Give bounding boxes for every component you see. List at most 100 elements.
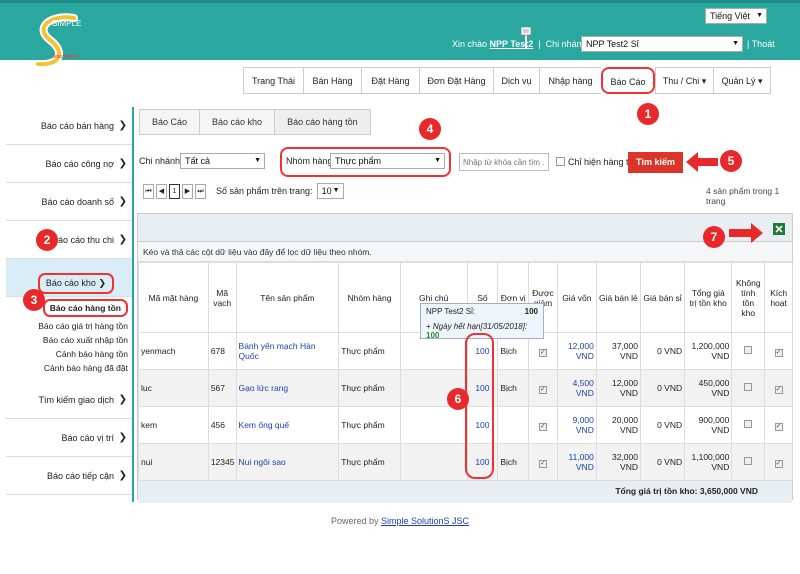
sidebar-item-thu-chi[interactable]: Báo cáo thu chi ❯	[6, 221, 132, 259]
checkbox-icon	[744, 383, 753, 391]
tab-trang-thai[interactable]: Trang Thái	[243, 67, 303, 94]
cell-active: ✓	[764, 406, 793, 444]
prev-page-icon[interactable]: ◀	[156, 183, 167, 199]
breadcrumb-bao-cao[interactable]: Báo Cáo	[140, 110, 201, 134]
cell-retail: 37,000 VND	[595, 332, 641, 370]
group-filter-select[interactable]: Thực phẩm ▼	[330, 153, 445, 169]
sub-item-xuat-nhap-ton[interactable]: Báo cáo xuất nhập tồn	[6, 333, 128, 347]
sidebar-item-tim-kiem[interactable]: Tìm kiếm giao dịch ❯	[6, 381, 132, 419]
tab-thu-chi[interactable]: Thu / Chi ▾	[655, 67, 713, 94]
col-header[interactable]: Giá bán sỉ	[639, 262, 686, 333]
sub-item-canh-bao-hang-da-dat[interactable]: Cảnh báo hàng đã đặt	[6, 361, 128, 375]
branch-filter-select[interactable]: Tất cả ▼	[180, 153, 265, 169]
tab-dich-vu[interactable]: Dịch vụ	[493, 67, 539, 94]
last-page-icon[interactable]: ⏭	[195, 183, 206, 199]
cell-active: ✓	[764, 332, 793, 370]
tab-ban-hang[interactable]: Bán Hàng	[303, 67, 361, 94]
cell-no-stock	[731, 332, 766, 370]
col-header[interactable]: Giá bán lẻ	[595, 262, 641, 333]
sidebar-item-label: Báo cáo bán hàng	[40, 121, 114, 131]
col-header[interactable]: Kích hoạt	[764, 262, 793, 333]
pager: ⏮ ◀ 1 ▶ ⏭ Số sản phẩm trên trang: 10 ▼	[143, 183, 344, 199]
callout-5: 5	[720, 150, 742, 172]
logout-link[interactable]: | Thoát	[747, 39, 775, 49]
next-page-icon[interactable]: ▶	[182, 183, 193, 199]
only-stock-checkbox[interactable]	[556, 157, 565, 166]
cell-name[interactable]: Bánh yến mạch Hàn Quốc	[235, 332, 340, 370]
sidebar-item-doanh-so[interactable]: Báo cáo doanh số ❯	[6, 183, 132, 221]
chevron-down-icon: ▼	[732, 40, 739, 47]
cell-discount: ✓	[528, 443, 558, 481]
sidebar-item-label: Báo cáo kho	[45, 278, 96, 288]
tab-quan-ly[interactable]: Quản Lý ▾	[713, 67, 771, 94]
page-size-select[interactable]: 10 ▼	[316, 183, 344, 199]
page-number-current[interactable]: 1	[169, 183, 180, 199]
cell-cost[interactable]: 4,500 VND	[556, 369, 597, 407]
sidebar-item-ban-hang[interactable]: Báo cáo bán hàng ❯	[6, 107, 132, 145]
header-branch-select[interactable]: NPP Test2 Sỉ ▼	[581, 36, 743, 52]
sub-item-gia-tri-hang-ton[interactable]: Báo cáo giá trị hàng tồn	[6, 319, 128, 333]
chevron-right-icon: ❯	[118, 432, 127, 443]
col-header[interactable]: Giá vốn	[556, 262, 597, 333]
sidebar-item-tiep-can[interactable]: Báo cáo tiếp cận ❯	[6, 457, 132, 495]
cell-discount: ✓	[528, 406, 558, 444]
tab-don-dat-hang[interactable]: Đơn Đặt Hàng	[419, 67, 493, 94]
chevron-down-icon: ▼	[254, 157, 261, 164]
sidebar-item-vi-tri[interactable]: Báo cáo vị trí ❯	[6, 419, 132, 457]
cell-cost[interactable]: 12,000 VND	[556, 332, 597, 370]
cell-name[interactable]: Kem ống quế	[235, 406, 340, 444]
check-icon: ✓	[774, 348, 783, 357]
sub-item-hang-ton[interactable]: Báo cáo hàng tồn	[42, 299, 128, 317]
cell-cost[interactable]: 11,000 VND	[556, 443, 597, 481]
cell-barcode: 567	[207, 369, 237, 407]
sidebar-item-cong-no[interactable]: Báo cáo công nợ ❯	[6, 145, 132, 183]
group-filter-value: Thực phẩm	[335, 156, 382, 166]
col-header[interactable]: Mã vạch	[207, 262, 237, 333]
cell-no-stock	[731, 406, 766, 444]
cell-total: 900,000 VND	[684, 406, 733, 444]
tab-bao-cao[interactable]: Báo Cáo	[601, 67, 655, 94]
tab-label: Đơn Đặt Hàng	[427, 76, 486, 86]
tab-nhap-hang[interactable]: Nhập hàng	[539, 67, 601, 94]
footer-brand-link[interactable]: Simple SolutionS JSC	[381, 516, 469, 526]
sidebar-item-kho-highlight: Báo cáo kho ❯	[37, 273, 114, 294]
language-select[interactable]: Tiếng Việt ▼	[705, 8, 767, 24]
breadcrumb-bao-cao-kho[interactable]: Báo cáo kho	[200, 110, 276, 134]
cell-name[interactable]: Gạo lức rang	[235, 369, 340, 407]
cell-code: luc	[138, 369, 209, 407]
tab-dat-hang[interactable]: Đặt Hàng	[361, 67, 419, 94]
main-nav: Trang Thái Bán Hàng Đặt Hàng Đơn Đặt Hàn…	[243, 67, 771, 94]
caret-down-icon: ▾	[701, 76, 707, 86]
col-header[interactable]: Nhóm hàng	[338, 262, 401, 333]
first-page-icon[interactable]: ⏮	[143, 183, 154, 199]
sidebar-border	[132, 107, 134, 502]
cell-cost[interactable]: 9,000 VND	[556, 406, 597, 444]
user-greeting: Xin chào NPP Test2 | Chi nhánh:	[452, 39, 590, 49]
col-header[interactable]: Tên sản phẩm	[235, 262, 340, 333]
cell-active: ✓	[764, 369, 793, 407]
cell-retail: 32,000 VND	[595, 443, 641, 481]
user-link[interactable]: NPP Test2	[490, 39, 534, 49]
col-header[interactable]: Mã mặt hàng	[138, 262, 209, 333]
cell-unit	[497, 406, 530, 444]
cell-unit: Bịch	[497, 369, 530, 407]
cell-name[interactable]: Nui ngôi sao	[235, 443, 340, 481]
search-button[interactable]: Tìm kiếm	[628, 152, 683, 173]
grid-toolbar	[138, 214, 792, 242]
chevron-down-icon: ▼	[756, 12, 763, 19]
checkbox-icon	[744, 420, 753, 428]
col-header[interactable]: Tổng giá trị tồn kho	[684, 262, 733, 333]
sidebar-item-kho[interactable]: Báo cáo kho ❯	[6, 259, 132, 297]
sub-item-canh-bao-hang-ton[interactable]: Cảnh báo hàng tồn	[6, 347, 128, 361]
tab-label: Đặt Hàng	[371, 76, 410, 86]
tab-label: Nhập hàng	[548, 76, 593, 86]
sidebar-item-label: Báo cáo tiếp cận	[46, 471, 114, 481]
check-icon: ✓	[774, 422, 783, 431]
breadcrumb-hang-ton: Báo cáo hàng tồn	[275, 110, 370, 134]
chevron-right-icon: ❯	[118, 234, 127, 245]
col-header[interactable]: Không tính tồn kho	[731, 262, 766, 333]
excel-export-icon[interactable]	[773, 223, 785, 235]
search-input[interactable]	[459, 153, 549, 171]
sidebar-item-label: Báo cáo công nợ	[45, 159, 114, 169]
cell-total: 1,100,000 VND	[684, 443, 733, 481]
